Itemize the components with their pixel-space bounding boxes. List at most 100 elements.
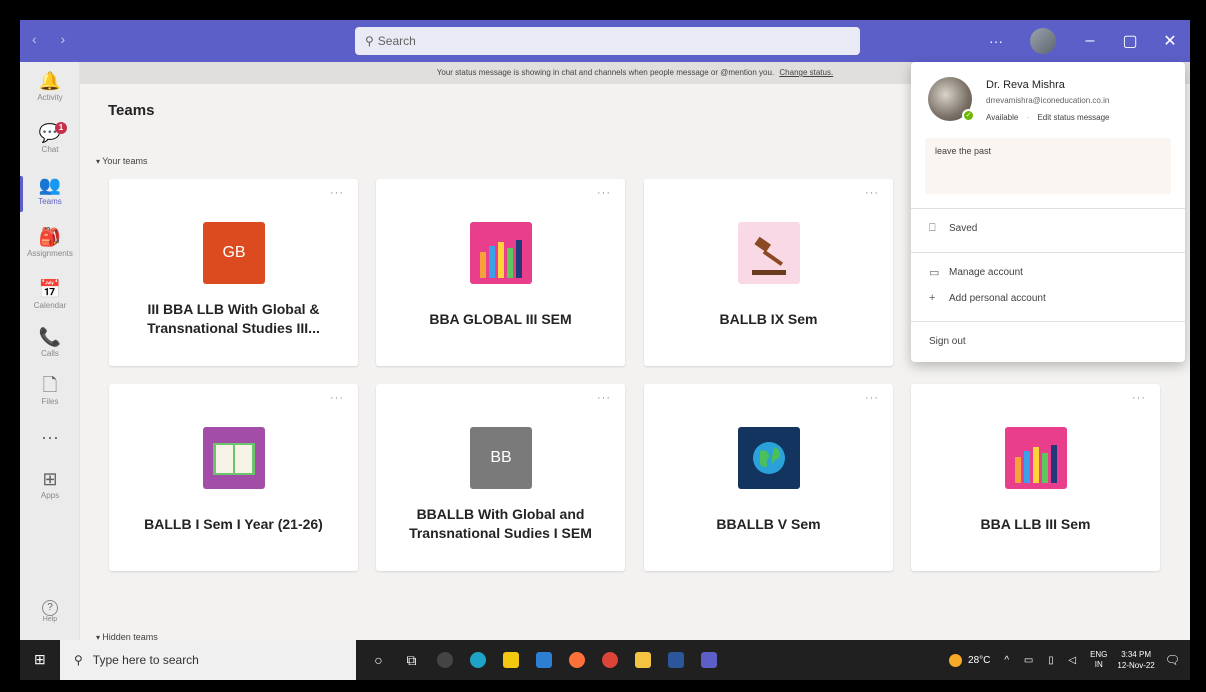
- close-button[interactable]: ✕: [1150, 31, 1190, 51]
- manage-account-item[interactable]: ▭ Manage account: [929, 266, 1023, 279]
- team-name: BALLB I Sem I Year (21-26): [144, 515, 323, 532]
- taskbar-search-placeholder: Type here to search: [92, 653, 199, 667]
- presence-available-icon: ✓: [962, 109, 975, 122]
- rail-item-files[interactable]: 🗋 Files: [20, 374, 80, 420]
- rail-item-calendar[interactable]: 📅 Calendar: [20, 278, 80, 324]
- rail-item-activity[interactable]: 🔔 Activity: [20, 70, 80, 116]
- bell-icon: 🔔: [38, 71, 62, 91]
- team-card[interactable]: ··· BALLB I Sem I Year (21-26): [109, 384, 358, 571]
- rail-label: Files: [41, 397, 59, 406]
- notification-icon[interactable]: 🗨: [1165, 653, 1180, 667]
- card-more-button[interactable]: ···: [597, 392, 611, 404]
- file-icon: 🗋: [42, 375, 58, 395]
- maximize-button[interactable]: ▢: [1110, 31, 1150, 51]
- sign-out-label: Sign out: [929, 336, 966, 347]
- task-view-icon[interactable]: ⧉: [395, 640, 428, 680]
- clock[interactable]: 3:34 PM 12-Nov-22: [1117, 649, 1154, 671]
- team-name: BALLB IX Sem: [719, 310, 818, 327]
- status-message-field[interactable]: leave the past: [925, 138, 1171, 194]
- chrome-icon[interactable]: [593, 640, 626, 680]
- cortana-icon[interactable]: ○: [362, 640, 395, 680]
- rail-label: Activity: [37, 93, 63, 102]
- search-placeholder: Search: [377, 34, 416, 48]
- team-name: III BBA LLB With Global & Transnational …: [147, 301, 320, 336]
- team-card[interactable]: ··· GB III BBA LLB With Global & Transna…: [109, 179, 358, 366]
- teams-icon: 👥: [38, 175, 62, 195]
- team-card[interactable]: ··· BBA LLB III Sem: [911, 384, 1160, 571]
- store-icon[interactable]: [494, 640, 527, 680]
- search-box[interactable]: ⚲ Search: [355, 27, 860, 55]
- page-title: Teams: [108, 102, 155, 119]
- team-card[interactable]: ··· BALLB IX Sem: [644, 179, 893, 366]
- more-options-button[interactable]: ···: [976, 33, 1016, 49]
- team-card[interactable]: ··· BBA GLOBAL III SEM: [376, 179, 625, 366]
- teams-taskbar-icon[interactable]: [692, 640, 725, 680]
- mail-icon[interactable]: [527, 640, 560, 680]
- rail-item-calls[interactable]: 📞 Calls: [20, 326, 80, 372]
- team-tile-initials: GB: [203, 222, 265, 284]
- team-name: BBA GLOBAL III SEM: [429, 310, 572, 327]
- firefox-icon[interactable]: [560, 640, 593, 680]
- help-button[interactable]: ? Help: [38, 600, 62, 624]
- rail-label: Teams: [38, 197, 62, 206]
- app-icon[interactable]: [428, 640, 461, 680]
- word-icon[interactable]: [659, 640, 692, 680]
- rail-item-chat[interactable]: 💬 1 Chat: [20, 122, 80, 168]
- title-bar: ‹ › ⚲ Search ··· – ▢ ✕: [20, 20, 1190, 62]
- windows-start-icon[interactable]: ⊞: [34, 651, 46, 668]
- globe-icon: [738, 427, 800, 489]
- more-icon: ···: [41, 427, 59, 447]
- taskbar-apps: ○ ⧉: [362, 640, 725, 680]
- profile-email: drrevamishra@iconeducation.co.in: [986, 96, 1110, 105]
- edge-icon[interactable]: [461, 640, 494, 680]
- minimize-button[interactable]: –: [1070, 32, 1110, 50]
- card-more-button[interactable]: ···: [330, 392, 344, 404]
- chat-unread-badge: 1: [55, 122, 67, 134]
- team-card[interactable]: ··· BB BBALLB With Global and Transnatio…: [376, 384, 625, 571]
- rail-label: Calls: [41, 349, 59, 358]
- sign-out-item[interactable]: Sign out: [929, 336, 966, 347]
- add-personal-account-item[interactable]: + Add personal account: [929, 292, 1046, 304]
- plus-icon: +: [929, 292, 936, 304]
- change-status-link[interactable]: Change status.: [779, 68, 833, 77]
- saved-item[interactable]: ⎕ Saved: [929, 222, 977, 235]
- rail-label: Calendar: [33, 301, 67, 310]
- windows-taskbar: ⊞ ⚲ Type here to search ○ ⧉ 28°C ^ ▭ ▯ ◁…: [20, 640, 1190, 680]
- rail-label: Apps: [40, 491, 60, 500]
- tray-icons[interactable]: ^ ▭ ▯ ◁: [1004, 655, 1082, 666]
- pencils-icon: [470, 222, 532, 284]
- weather-icon: [949, 653, 963, 667]
- back-forward-arrows[interactable]: ‹ ›: [32, 31, 75, 47]
- team-name: BBA LLB III Sem: [980, 515, 1091, 532]
- profile-name: Dr. Reva Mishra: [986, 79, 1065, 91]
- divider: [911, 208, 1185, 209]
- edit-status-message-link[interactable]: Edit status message: [1037, 113, 1109, 122]
- team-tile-initials: BB: [470, 427, 532, 489]
- banner-text: Your status message is showing in chat a…: [436, 68, 775, 77]
- rail-item-assignments[interactable]: 🎒 Assignments: [20, 226, 80, 272]
- file-explorer-icon[interactable]: [626, 640, 659, 680]
- language-indicator[interactable]: ENG IN: [1090, 650, 1107, 670]
- profile-status-line: Available · Edit status message: [986, 113, 1110, 122]
- lang-top: ENG: [1090, 650, 1108, 659]
- your-teams-toggle[interactable]: Your teams: [96, 156, 147, 166]
- profile-avatar-button[interactable]: [1030, 28, 1056, 54]
- divider: [911, 321, 1185, 322]
- card-more-button[interactable]: ···: [330, 187, 344, 199]
- temperature[interactable]: 28°C: [968, 655, 990, 666]
- help-label: Help: [42, 616, 58, 623]
- teams-window: ‹ › ⚲ Search ··· – ▢ ✕ 🔔 Activity 💬 1 Ch…: [20, 20, 1190, 680]
- window-controls: ··· – ▢ ✕: [976, 20, 1190, 62]
- rail-item-more[interactable]: ···: [20, 426, 80, 472]
- rail-item-teams[interactable]: 👥 Teams: [20, 174, 80, 220]
- card-more-button[interactable]: ···: [865, 392, 879, 404]
- taskbar-search-box[interactable]: ⚲ Type here to search: [60, 640, 356, 680]
- apps-icon: ⊞: [42, 469, 58, 489]
- gavel-icon: [738, 222, 800, 284]
- card-more-button[interactable]: ···: [1132, 392, 1146, 404]
- rail-item-apps[interactable]: ⊞ Apps: [20, 468, 80, 514]
- team-card[interactable]: ··· BBALLB V Sem: [644, 384, 893, 571]
- card-more-button[interactable]: ···: [865, 187, 879, 199]
- card-more-button[interactable]: ···: [597, 187, 611, 199]
- availability-dropdown[interactable]: Available: [986, 113, 1018, 122]
